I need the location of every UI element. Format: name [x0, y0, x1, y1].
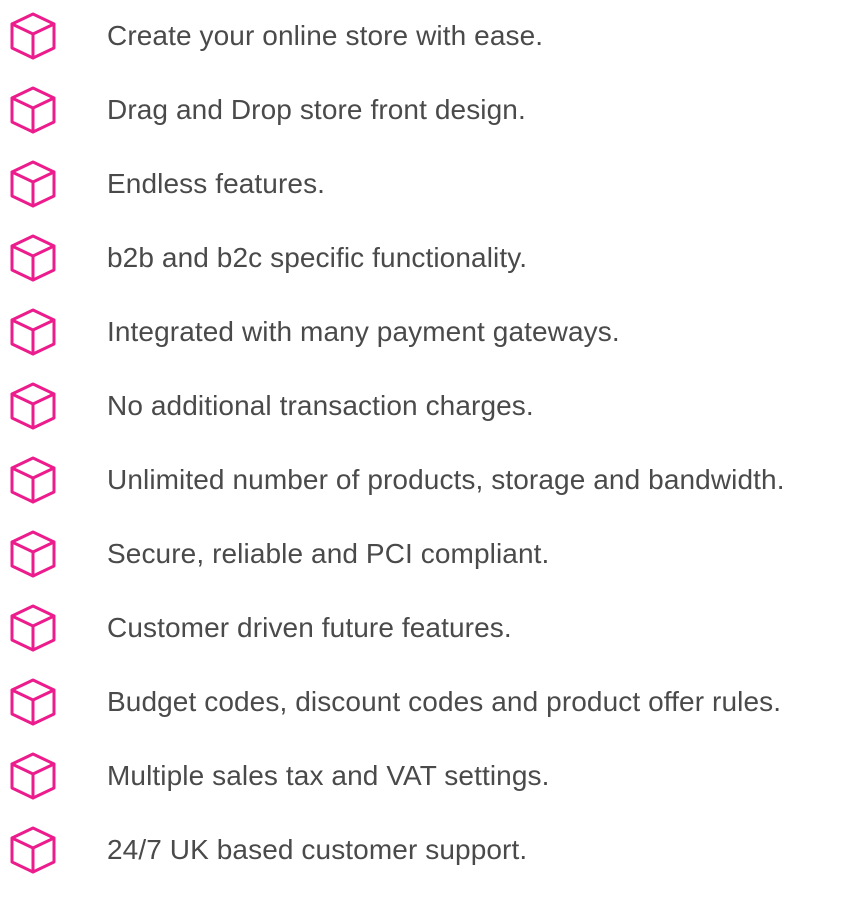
list-item: Customer driven future features.	[0, 591, 861, 665]
list-item: Endless features.	[0, 147, 861, 221]
feature-text: Drag and Drop store front design.	[107, 94, 526, 125]
list-item: Budget codes, discount codes and product…	[0, 665, 861, 739]
feature-text: Integrated with many payment gateways.	[107, 316, 620, 347]
list-item: Integrated with many payment gateways.	[0, 295, 861, 369]
feature-list: Create your online store with ease. Drag…	[0, 0, 861, 887]
feature-text: Budget codes, discount codes and product…	[107, 686, 782, 717]
cube-icon	[8, 603, 58, 653]
list-item: Drag and Drop store front design.	[0, 73, 861, 147]
feature-text: Endless features.	[107, 168, 326, 199]
cube-icon	[8, 751, 58, 801]
cube-icon	[8, 307, 58, 357]
list-item: No additional transaction charges.	[0, 369, 861, 443]
feature-text: Customer driven future features.	[107, 612, 512, 643]
feature-text: Unlimited number of products, storage an…	[107, 464, 785, 495]
list-item: b2b and b2c specific functionality.	[0, 221, 861, 295]
list-item: Multiple sales tax and VAT settings.	[0, 739, 861, 813]
list-item: Secure, reliable and PCI compliant.	[0, 517, 861, 591]
cube-icon	[8, 529, 58, 579]
cube-icon	[8, 233, 58, 283]
cube-icon	[8, 381, 58, 431]
feature-text: Secure, reliable and PCI compliant.	[107, 538, 550, 569]
cube-icon	[8, 677, 58, 727]
cube-icon	[8, 159, 58, 209]
list-item: Create your online store with ease.	[0, 0, 861, 73]
cube-icon	[8, 455, 58, 505]
cube-icon	[8, 85, 58, 135]
feature-text: 24/7 UK based customer support.	[107, 834, 528, 865]
feature-text: No additional transaction charges.	[107, 390, 534, 421]
feature-text: b2b and b2c specific functionality.	[107, 242, 528, 273]
cube-icon	[8, 11, 58, 61]
cube-icon	[8, 825, 58, 875]
list-item: Unlimited number of products, storage an…	[0, 443, 861, 517]
feature-text: Multiple sales tax and VAT settings.	[107, 760, 550, 791]
feature-text: Create your online store with ease.	[107, 20, 544, 51]
list-item: 24/7 UK based customer support.	[0, 813, 861, 887]
